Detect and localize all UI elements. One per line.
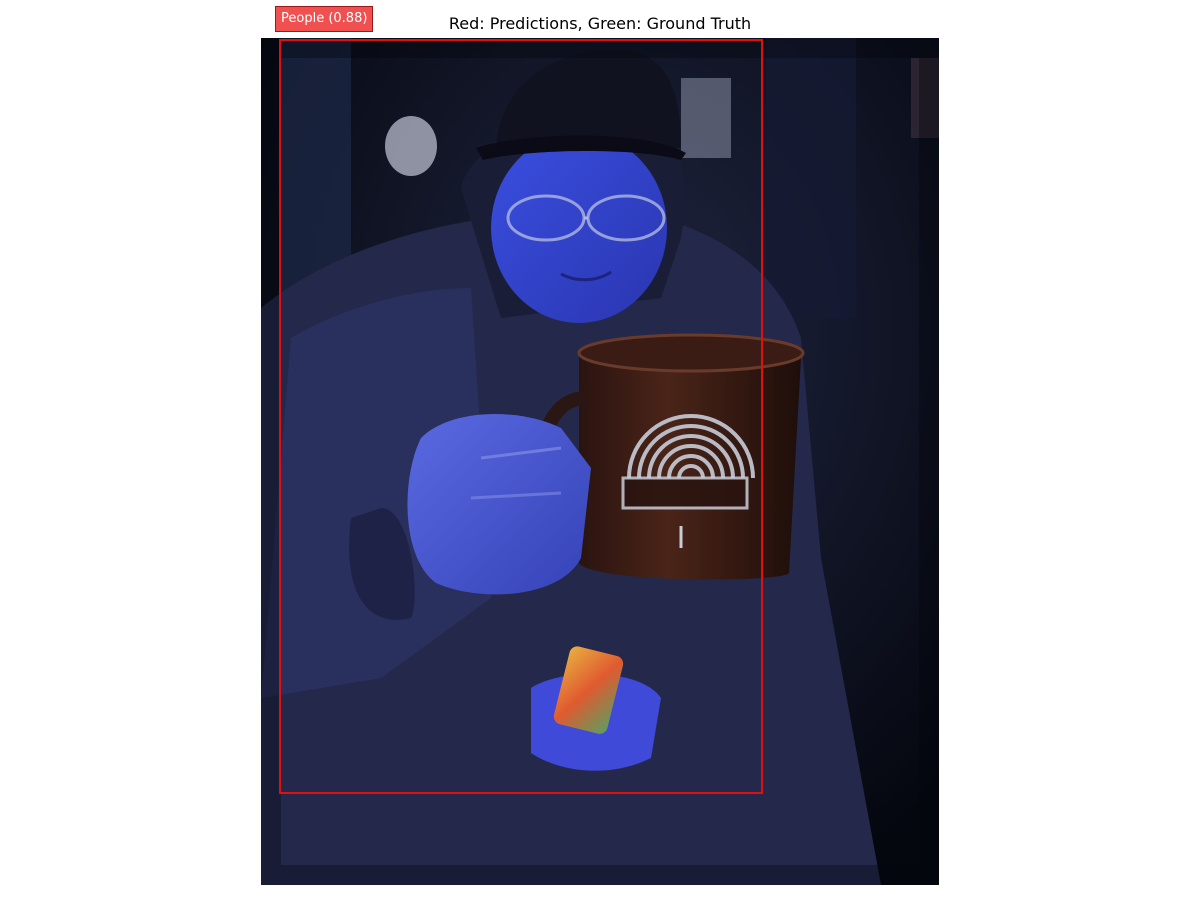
prediction-bounding-box [279, 39, 763, 794]
prediction-label: People (0.88) [275, 6, 374, 32]
